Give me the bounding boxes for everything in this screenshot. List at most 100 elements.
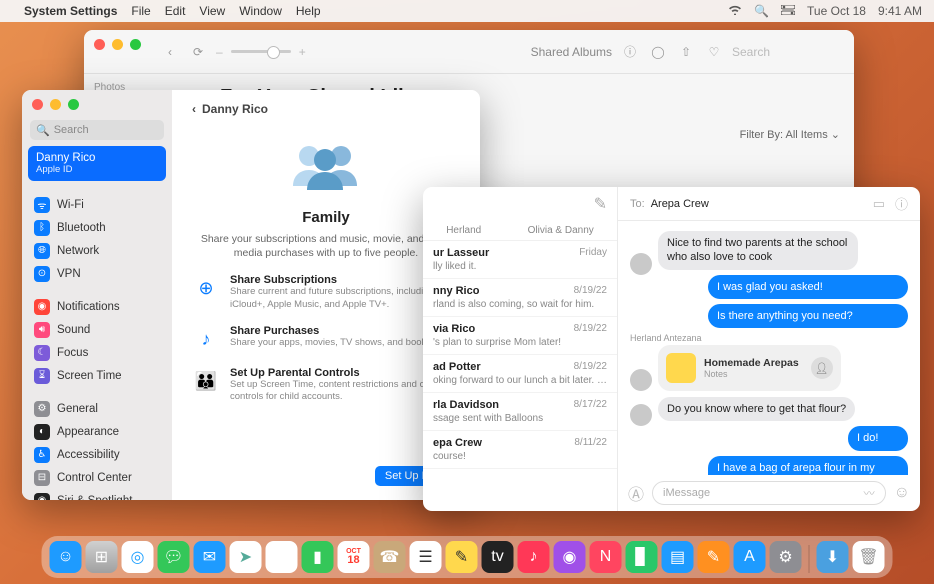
- dock-settings[interactable]: ⚙︎: [770, 541, 802, 573]
- dock-calendar[interactable]: OCT18: [338, 541, 370, 573]
- menu-window[interactable]: Window: [239, 4, 282, 18]
- back-button[interactable]: ‹: [160, 42, 180, 62]
- menu-help[interactable]: Help: [296, 4, 321, 18]
- sidebar-focus[interactable]: ☾Focus: [22, 341, 172, 364]
- search-icon[interactable]: 🔍: [754, 4, 769, 18]
- sidebar-vpn[interactable]: ⊙VPN: [22, 262, 172, 285]
- dock-reminders[interactable]: ☰: [410, 541, 442, 573]
- people-icon[interactable]: ◯: [648, 42, 668, 62]
- dock-keynote[interactable]: ▤: [662, 541, 694, 573]
- dock-finder[interactable]: ☺: [50, 541, 82, 573]
- emoji-icon[interactable]: ☺: [894, 484, 910, 502]
- sidebar-siri[interactable]: ◉Siri & Spotlight: [22, 489, 172, 500]
- settings-traffic-lights[interactable]: [32, 99, 79, 110]
- conversation-row[interactable]: rla Davidson8/17/22ssage sent with Ballo…: [423, 393, 617, 431]
- menu-file[interactable]: File: [131, 4, 150, 18]
- dictation-icon[interactable]: 〰: [864, 485, 875, 501]
- conv-tab[interactable]: Olivia & Danny: [528, 225, 594, 236]
- dock-tv[interactable]: tv: [482, 541, 514, 573]
- sidebar-wifi[interactable]: ᯤWi-Fi: [22, 193, 172, 216]
- zoom-slider[interactable]: [231, 50, 291, 53]
- conversation-row[interactable]: via Rico8/19/22's plan to surprise Mom l…: [423, 317, 617, 355]
- info-icon[interactable]: ⓘ: [620, 42, 640, 62]
- sidebar-sound[interactable]: 🔊︎Sound: [22, 318, 172, 341]
- sidebar-screentime[interactable]: ⏳︎Screen Time: [22, 364, 172, 387]
- dock-trash[interactable]: 🗑︎: [853, 541, 885, 573]
- parental-icon: 👪︎: [192, 367, 220, 395]
- photos-traffic-lights[interactable]: [94, 39, 141, 50]
- dock-appstore[interactable]: A: [734, 541, 766, 573]
- add-person-icon[interactable]: 👤︎: [811, 357, 833, 379]
- control-center-icon[interactable]: [781, 4, 795, 18]
- dock-podcasts[interactable]: ◉: [554, 541, 586, 573]
- conversation-row[interactable]: nny Rico8/19/22rland is also coming, so …: [423, 279, 617, 317]
- app-menu[interactable]: System Settings: [24, 4, 117, 18]
- menu-view[interactable]: View: [199, 4, 225, 18]
- to-label: To:: [630, 198, 645, 210]
- compose-icon[interactable]: ✎: [594, 194, 607, 214]
- dock-mail[interactable]: ✉︎: [194, 541, 226, 573]
- message-bubble: I do!: [848, 426, 908, 450]
- apps-icon[interactable]: Ⓐ: [628, 481, 644, 505]
- sidebar-bluetooth[interactable]: ᛒBluetooth: [22, 216, 172, 239]
- share-subscriptions-row: ⊕ Share SubscriptionsShare current and f…: [192, 274, 460, 311]
- sidebar-controlcenter[interactable]: ⊟Control Center: [22, 466, 172, 489]
- dock-pages[interactable]: ✎: [698, 541, 730, 573]
- dock-numbers[interactable]: ▊: [626, 541, 658, 573]
- dock-maps[interactable]: ➤: [230, 541, 262, 573]
- family-icon: [281, 136, 371, 196]
- filter-by[interactable]: Filter By: All Items ⌄: [740, 128, 840, 141]
- chevron-down-icon: ⌄: [831, 129, 840, 141]
- dock: ☺ ⊞ ◎ 💬︎ ✉︎ ➤ 🌸︎ ▮ OCT18 ☎︎ ☰ ✎ tv ♪ ◉ N…: [42, 536, 893, 578]
- back-chevron-icon[interactable]: ‹: [192, 102, 196, 116]
- menubar-time[interactable]: 9:41 AM: [878, 4, 922, 18]
- rotate-icon[interactable]: ⟳: [188, 42, 208, 62]
- dock-launchpad[interactable]: ⊞: [86, 541, 118, 573]
- sidebar-general[interactable]: ⚙︎General: [22, 397, 172, 420]
- sidebar-network[interactable]: 🌐︎Network: [22, 239, 172, 262]
- purchases-icon: ♪: [192, 325, 220, 353]
- sidebar-accessibility[interactable]: ♿︎Accessibility: [22, 443, 172, 466]
- message-bubble: I have a bag of arepa flour in my kitche…: [708, 456, 908, 475]
- shared-albums-label[interactable]: Shared Albums: [531, 45, 612, 59]
- conversation-row[interactable]: ad Potter8/19/22oking forward to our lun…: [423, 355, 617, 393]
- avatar: [630, 253, 652, 275]
- dock-downloads[interactable]: ⬇︎: [817, 541, 849, 573]
- info-icon[interactable]: ⓘ: [895, 194, 908, 213]
- conversation-row[interactable]: epa Crew8/11/22course!: [423, 431, 617, 469]
- message-bubble: Is there anything you need?: [708, 304, 908, 328]
- dock-news[interactable]: N: [590, 541, 622, 573]
- menu-edit[interactable]: Edit: [165, 4, 186, 18]
- dock-contacts[interactable]: ☎︎: [374, 541, 406, 573]
- message-input[interactable]: iMessage 〰: [652, 481, 886, 505]
- recipient[interactable]: Arepa Crew: [651, 198, 709, 210]
- sidebar-appearance[interactable]: ◐Appearance: [22, 420, 172, 443]
- message-bubble: Do you know where to get that flour?: [658, 397, 855, 421]
- share-icon[interactable]: ⇧: [676, 42, 696, 62]
- breadcrumb[interactable]: ‹Danny Rico: [192, 102, 460, 116]
- notes-app-icon: [666, 353, 696, 383]
- messages-window: ✎ Herland Olivia & Danny ur LasseurFrida…: [423, 187, 920, 511]
- conv-tab[interactable]: Herland: [446, 225, 481, 236]
- favorite-icon[interactable]: ♡: [704, 42, 724, 62]
- sidebar-notifications[interactable]: ◉Notifications: [22, 295, 172, 318]
- dock-safari[interactable]: ◎: [122, 541, 154, 573]
- wifi-icon[interactable]: [728, 4, 742, 18]
- avatar: [630, 369, 652, 391]
- menubar: System Settings File Edit View Window He…: [0, 0, 934, 22]
- message-bubble: I was glad you asked!: [708, 275, 908, 299]
- message-bubble: Nice to find two parents at the school w…: [658, 231, 858, 270]
- apple-id-row[interactable]: Danny Rico Apple ID: [28, 146, 166, 181]
- photos-search[interactable]: Search: [732, 45, 842, 59]
- dock-notes[interactable]: ✎: [446, 541, 478, 573]
- conversation-row[interactable]: ur LasseurFridaylly liked it.: [423, 241, 617, 279]
- settings-search[interactable]: 🔍 Search: [30, 120, 164, 140]
- share-purchases-row: ♪ Share PurchasesShare your apps, movies…: [192, 325, 460, 353]
- dock-messages[interactable]: 💬︎: [158, 541, 190, 573]
- dock-photos[interactable]: 🌸︎: [266, 541, 298, 573]
- dock-music[interactable]: ♪: [518, 541, 550, 573]
- video-icon[interactable]: ▭: [873, 196, 885, 212]
- attachment-note[interactable]: Homemade ArepasNotes 👤︎: [658, 345, 841, 391]
- dock-facetime[interactable]: ▮: [302, 541, 334, 573]
- menubar-date[interactable]: Tue Oct 18: [807, 4, 866, 18]
